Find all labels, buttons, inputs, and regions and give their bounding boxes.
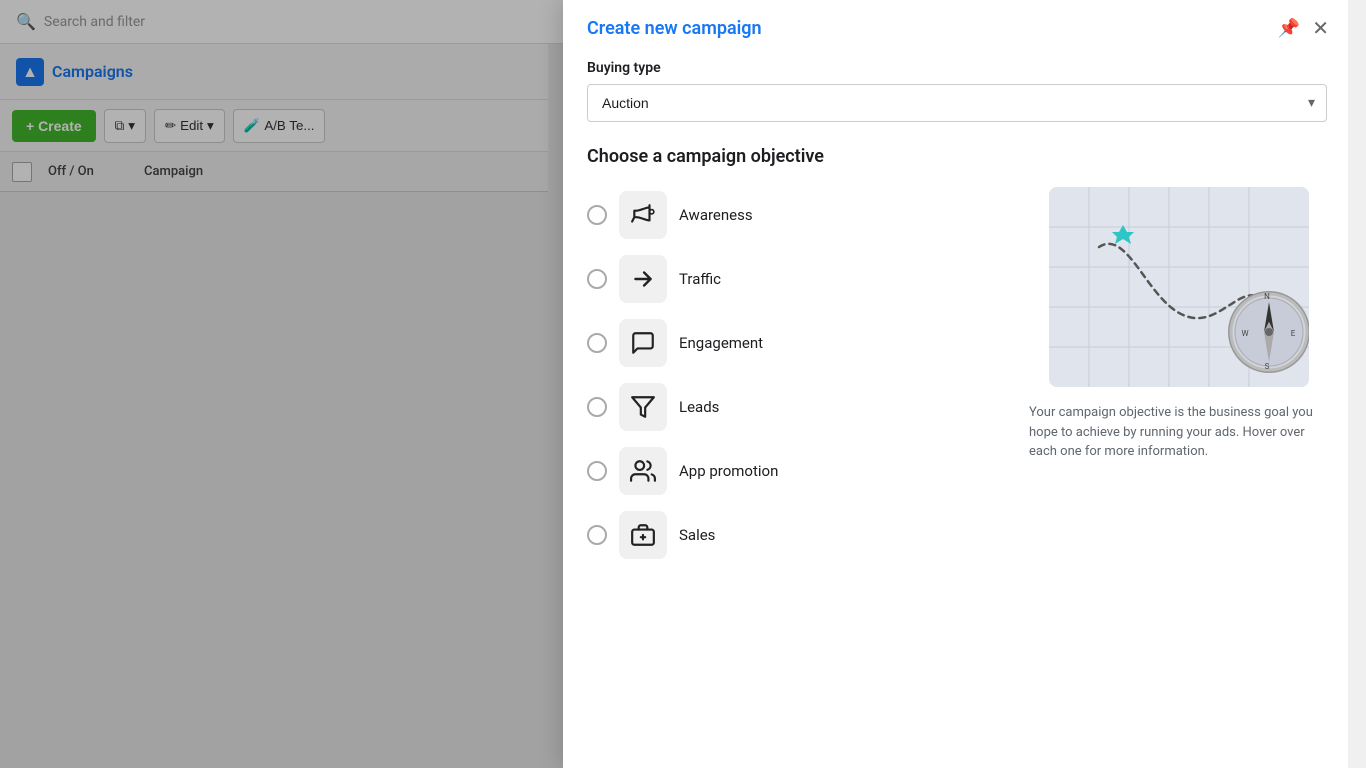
objective-list: Awareness Traffic	[587, 187, 1005, 563]
objective-description: Your campaign objective is the business …	[1029, 403, 1329, 462]
engagement-icon-box	[619, 319, 667, 367]
traffic-icon-box	[619, 255, 667, 303]
modal-header-actions: 📌 ✕	[1278, 16, 1329, 40]
objective-engagement[interactable]: Engagement	[587, 315, 1005, 371]
leads-radio[interactable]	[587, 397, 607, 417]
create-campaign-modal: Create new campaign 📌 ✕ Buying type Auct…	[563, 0, 1353, 768]
engagement-label: Engagement	[679, 334, 763, 352]
objective-section-label: Choose a campaign objective	[587, 146, 1329, 167]
buying-type-section: Buying type Auction Reach and Frequency …	[587, 60, 1329, 122]
objective-sales[interactable]: Sales	[587, 507, 1005, 563]
svg-text:W: W	[1241, 329, 1248, 338]
modal-header: Create new campaign 📌 ✕	[563, 0, 1353, 40]
traffic-label: Traffic	[679, 270, 721, 288]
objective-illustration: N S W E	[1049, 187, 1309, 387]
awareness-icon-box	[619, 191, 667, 239]
buying-type-label: Buying type	[587, 60, 1329, 76]
app-promotion-radio[interactable]	[587, 461, 607, 481]
awareness-radio[interactable]	[587, 205, 607, 225]
right-edge-panel	[1348, 0, 1366, 768]
svg-text:S: S	[1265, 362, 1270, 371]
buying-type-dropdown-wrapper: Auction Reach and Frequency ▾	[587, 84, 1327, 122]
engagement-radio[interactable]	[587, 333, 607, 353]
objective-content: Awareness Traffic	[587, 187, 1329, 563]
app-promotion-icon-box	[619, 447, 667, 495]
app-promotion-label: App promotion	[679, 462, 778, 480]
svg-text:E: E	[1291, 329, 1296, 338]
buying-type-select[interactable]: Auction Reach and Frequency	[587, 84, 1327, 122]
svg-text:N: N	[1264, 292, 1270, 301]
awareness-label: Awareness	[679, 206, 753, 224]
objective-leads[interactable]: Leads	[587, 379, 1005, 435]
objective-awareness[interactable]: Awareness	[587, 187, 1005, 243]
sales-radio[interactable]	[587, 525, 607, 545]
leads-label: Leads	[679, 398, 719, 416]
leads-icon-box	[619, 383, 667, 431]
modal-body: Buying type Auction Reach and Frequency …	[563, 40, 1353, 768]
traffic-radio[interactable]	[587, 269, 607, 289]
sales-icon-box	[619, 511, 667, 559]
objective-info-panel: N S W E Your campaign objective is the b…	[1029, 187, 1329, 563]
objective-app-promotion[interactable]: App promotion	[587, 443, 1005, 499]
sales-label: Sales	[679, 526, 715, 544]
objective-traffic[interactable]: Traffic	[587, 251, 1005, 307]
modal-title: Create new campaign	[587, 18, 762, 39]
pin-icon[interactable]: 📌	[1278, 18, 1300, 39]
objective-section: Choose a campaign objective Awarenes	[587, 146, 1329, 563]
close-button[interactable]: ✕	[1312, 16, 1329, 40]
